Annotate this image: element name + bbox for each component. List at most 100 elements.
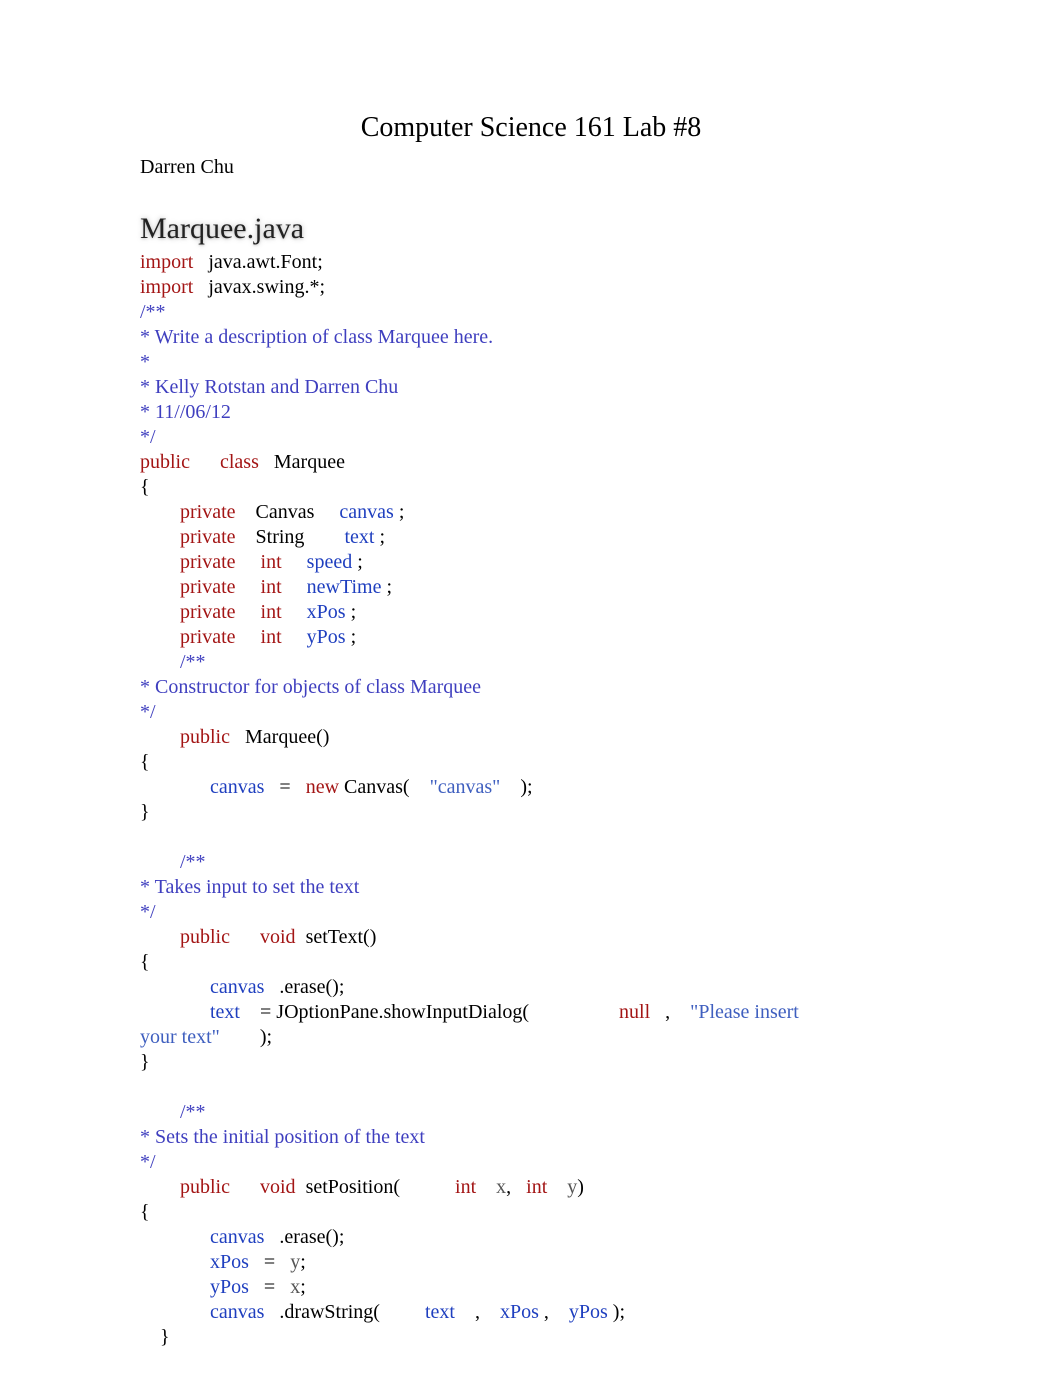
string-literal: "canvas" <box>430 776 501 798</box>
code-text <box>282 626 307 648</box>
indent <box>140 651 180 673</box>
indent <box>140 976 210 998</box>
keyword-import: import <box>140 251 193 273</box>
indent <box>140 551 180 573</box>
keyword-void: void <box>260 926 296 948</box>
keyword-private: private <box>180 576 236 598</box>
javadoc-comment: * <box>140 351 150 373</box>
code-text <box>282 601 307 623</box>
code-text <box>236 551 261 573</box>
code-text: setPosition( <box>296 1176 455 1198</box>
javadoc-comment: * Kelly Rotstan and Darren Chu <box>140 376 398 398</box>
code-text: ; <box>381 576 392 598</box>
javadoc-comment: */ <box>140 901 156 923</box>
keyword-int: int <box>261 551 282 573</box>
code-text <box>282 551 307 573</box>
field-ref: text <box>425 1301 455 1323</box>
keyword-private: private <box>180 601 236 623</box>
field-name: canvas <box>339 501 393 523</box>
brace: { <box>140 476 150 498</box>
code-text: = <box>249 1276 290 1298</box>
keyword-public: public <box>140 451 190 473</box>
keyword-new: new <box>306 776 339 798</box>
code-text: ); <box>608 1301 625 1323</box>
code-text: javax.swing.*; <box>193 276 325 298</box>
keyword-public: public <box>180 926 230 948</box>
code-text: ; <box>300 1276 306 1298</box>
keyword-import: import <box>140 276 193 298</box>
keyword-private: private <box>180 526 236 548</box>
field-ref: xPos <box>210 1251 249 1273</box>
string-literal: "Please insert <box>690 1001 804 1023</box>
code-text: Marquee <box>259 451 345 473</box>
code-text: Canvas <box>236 501 340 523</box>
indent <box>140 1001 210 1023</box>
code-text <box>230 926 260 948</box>
code-text: ; <box>374 526 385 548</box>
indent <box>140 601 180 623</box>
javadoc-comment: */ <box>140 1151 156 1173</box>
section-filename: Marquee.java <box>140 210 922 248</box>
param-name: y <box>547 1176 577 1198</box>
indent <box>140 776 210 798</box>
javadoc-comment: /** <box>180 851 206 873</box>
field-name: speed <box>307 551 353 573</box>
indent <box>140 1301 210 1323</box>
indent <box>140 1276 210 1298</box>
code-text <box>236 576 261 598</box>
code-text: ) <box>577 1176 584 1198</box>
field-ref: text <box>210 1001 240 1023</box>
code-block: import java.awt.Font; import javax.swing… <box>140 250 922 1350</box>
code-text: java.awt.Font; <box>193 251 322 273</box>
code-text: , <box>506 1176 526 1198</box>
indent <box>140 1226 210 1248</box>
code-text: , <box>539 1301 569 1323</box>
keyword-int: int <box>455 1176 476 1198</box>
code-text: .erase(); <box>264 1226 344 1248</box>
javadoc-comment: /** <box>180 651 206 673</box>
indent <box>140 526 180 548</box>
code-text: ; <box>346 626 357 648</box>
field-ref: canvas <box>210 776 264 798</box>
indent <box>140 1251 210 1273</box>
field-ref: canvas <box>210 976 264 998</box>
param-ref: x <box>290 1276 300 1298</box>
code-text: ); <box>220 1026 272 1048</box>
brace: } <box>140 1051 150 1073</box>
field-name: text <box>344 526 374 548</box>
indent <box>140 626 180 648</box>
keyword-int: int <box>526 1176 547 1198</box>
string-literal: your text" <box>140 1026 220 1048</box>
code-text <box>282 576 307 598</box>
javadoc-comment: * Sets the initial position of the text <box>140 1126 425 1148</box>
code-text: , <box>650 1001 690 1023</box>
javadoc-comment: * Write a description of class Marquee h… <box>140 326 493 348</box>
javadoc-comment: /** <box>180 1101 206 1123</box>
code-text: , <box>455 1301 500 1323</box>
indent <box>140 501 180 523</box>
field-name: xPos <box>307 601 346 623</box>
indent <box>140 726 180 748</box>
page-title: Computer Science 161 Lab #8 <box>140 110 922 145</box>
author-name: Darren Chu <box>140 155 922 180</box>
code-text <box>190 451 220 473</box>
indent <box>140 926 180 948</box>
keyword-null: null <box>619 1001 650 1023</box>
code-text: String <box>236 526 345 548</box>
code-text: = JOptionPane.showInputDialog( <box>240 1001 619 1023</box>
keyword-int: int <box>261 626 282 648</box>
javadoc-comment: /** <box>140 301 166 323</box>
param-name: x <box>476 1176 506 1198</box>
brace: { <box>140 1201 150 1223</box>
code-text: Marquee() <box>230 726 329 748</box>
keyword-public: public <box>180 726 230 748</box>
indent <box>140 1101 180 1123</box>
keyword-private: private <box>180 501 236 523</box>
code-text: .erase(); <box>264 976 344 998</box>
field-ref: yPos <box>210 1276 249 1298</box>
code-text: = <box>249 1251 290 1273</box>
javadoc-comment: */ <box>140 701 156 723</box>
code-text: = <box>264 776 305 798</box>
keyword-private: private <box>180 626 236 648</box>
keyword-public: public <box>180 1176 230 1198</box>
